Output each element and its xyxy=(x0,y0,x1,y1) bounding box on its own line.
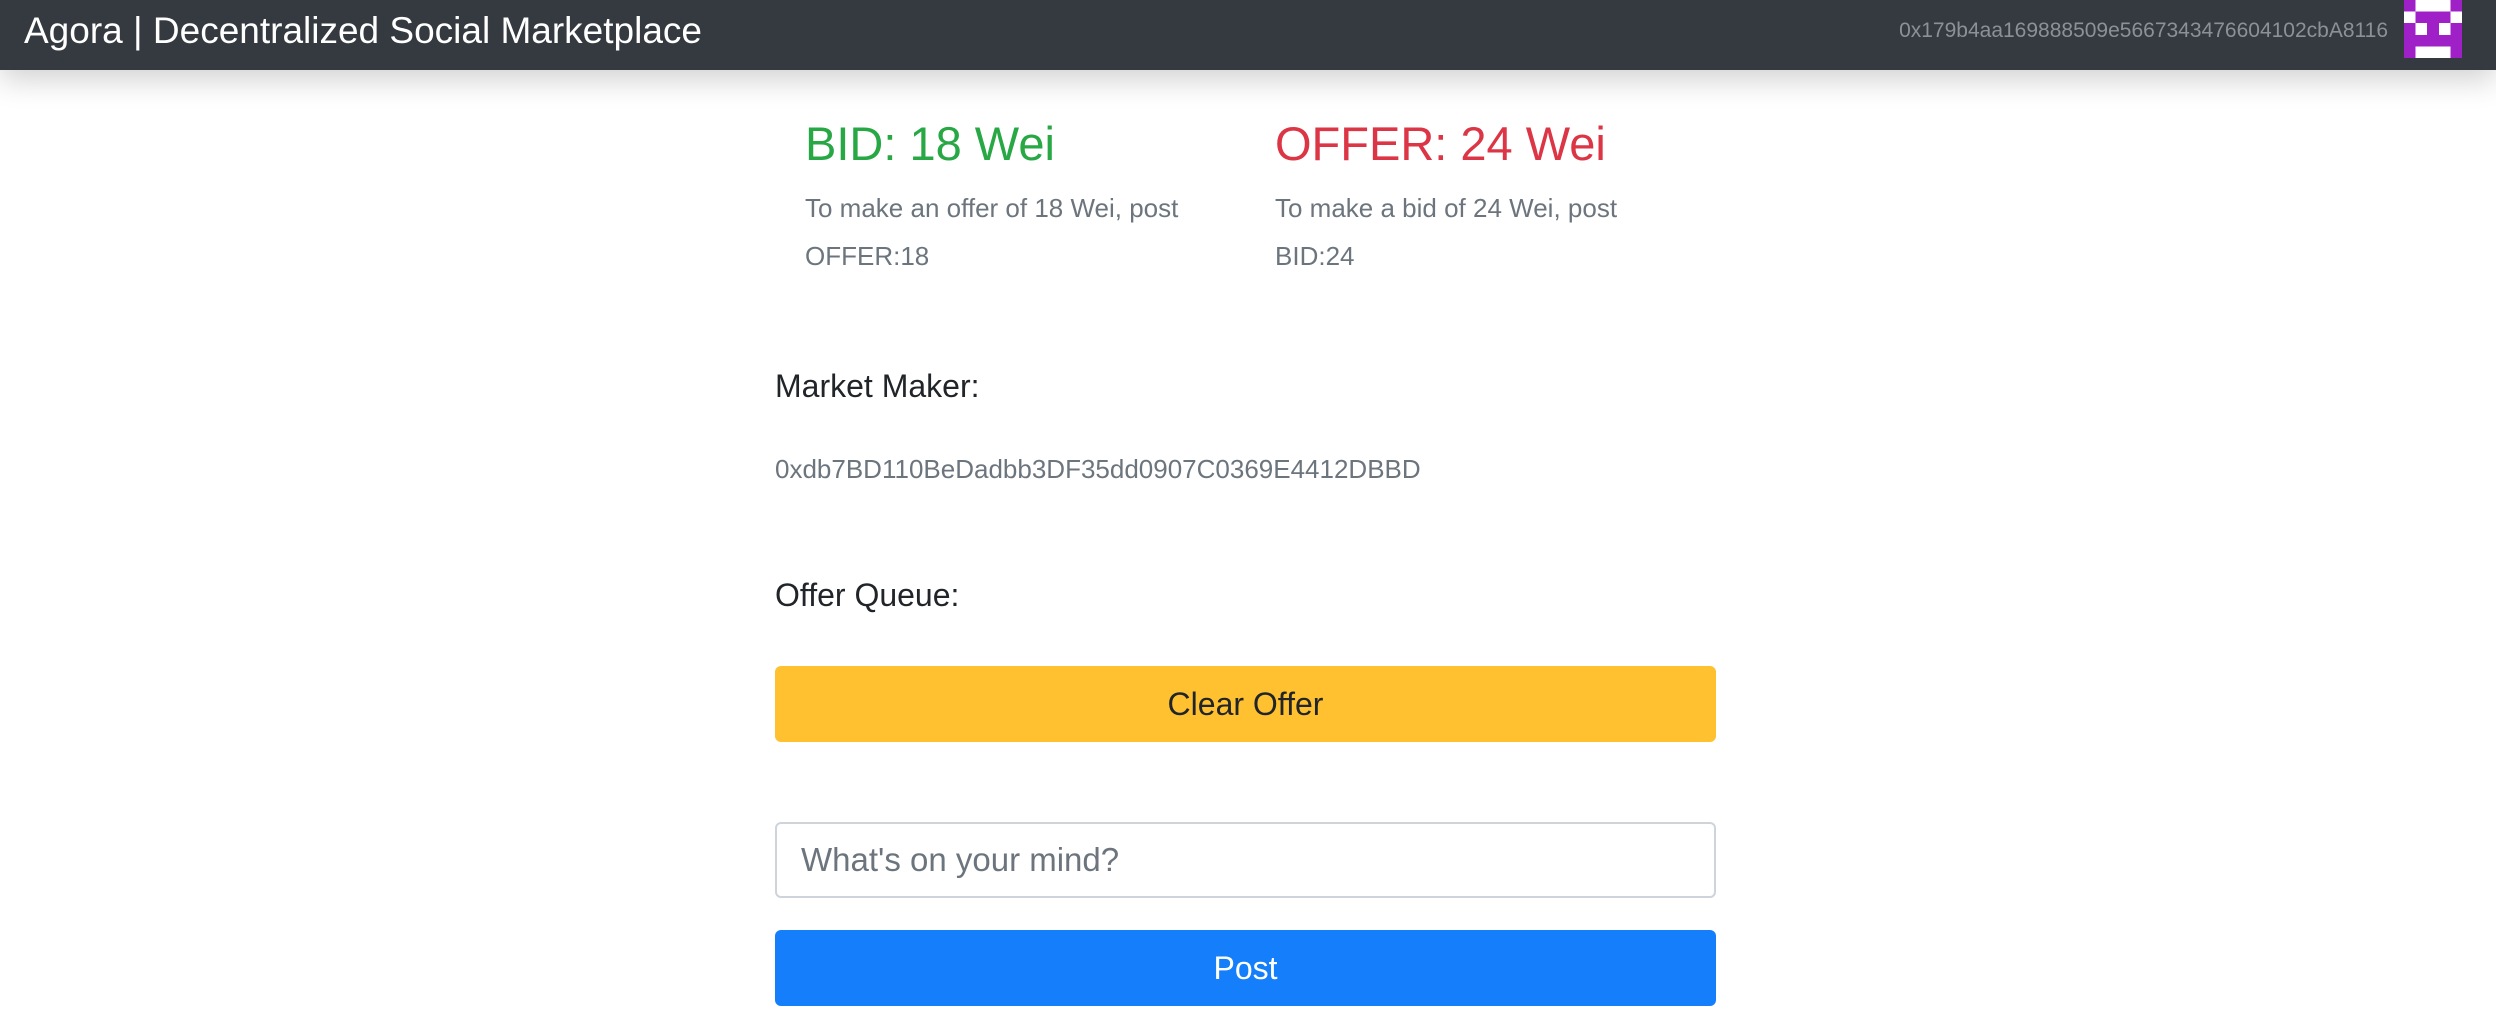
clear-offer-button[interactable]: Clear Offer xyxy=(775,666,1716,742)
bid-hint: To make an offer of 18 Wei, post OFFER:1… xyxy=(805,193,1179,271)
market-maker-label: Market Maker: xyxy=(775,368,980,404)
offer-price-title: OFFER: 24 Wei xyxy=(1275,117,1606,170)
bid-price-title: BID: 18 Wei xyxy=(805,117,1055,170)
post-input[interactable] xyxy=(775,822,1716,898)
top-navbar: Agora | Decentralized Social Marketplace… xyxy=(0,0,2496,70)
account-address: 0x179b4aa169888509e5667343476604102cbA81… xyxy=(1899,19,2388,42)
offer-hint: To make a bid of 24 Wei, post BID:24 xyxy=(1275,193,1618,271)
market-maker-address: 0xdb7BD110BeDadbb3DF35dd0907C0369E4412DB… xyxy=(775,454,1421,484)
identicon-graphic xyxy=(2404,0,2462,58)
brand-title[interactable]: Agora | Decentralized Social Marketplace xyxy=(24,9,702,53)
main-content: BID: 18 Wei To make an offer of 18 Wei, … xyxy=(0,70,2496,1022)
offer-queue-label: Offer Queue: xyxy=(775,577,960,613)
avatar-icon[interactable] xyxy=(2404,0,2462,58)
post-button[interactable]: Post xyxy=(775,930,1716,1006)
